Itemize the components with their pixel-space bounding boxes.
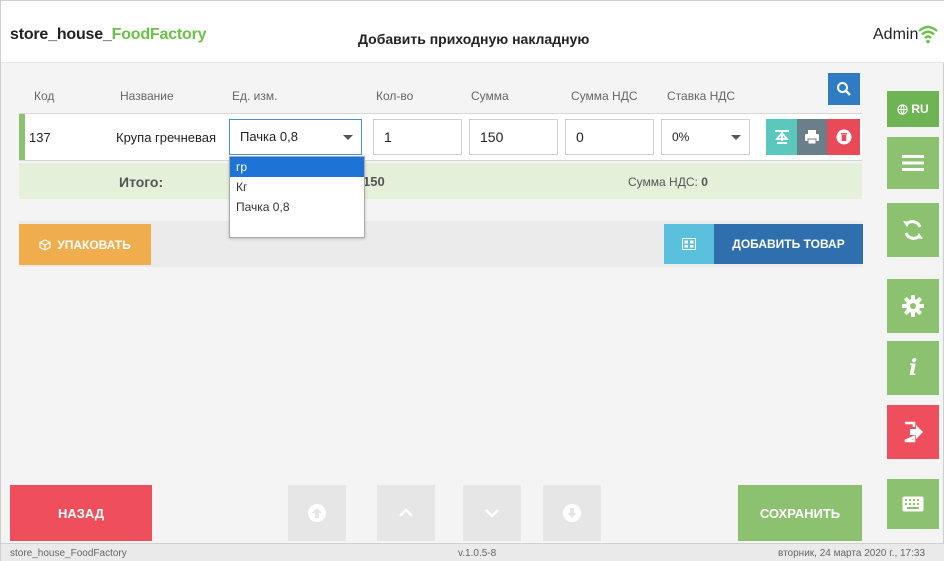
right-sidebar: RU i [870, 63, 944, 542]
wifi-icon [918, 25, 938, 44]
globe-icon [897, 103, 909, 115]
info-icon: i [908, 355, 918, 381]
column-header-name: Название [120, 89, 174, 103]
barcode-button[interactable] [664, 224, 714, 264]
footer-datetime: вторник, 24 марта 2020 г., 17:33 [778, 548, 926, 559]
pack-button-label: УПАКОВАТЬ [57, 237, 131, 252]
footer-version: v.1.0.5-8 [458, 548, 497, 559]
delete-button[interactable] [827, 119, 860, 155]
scroll-up-button[interactable] [377, 485, 435, 541]
column-header-qty: Кол-во [376, 89, 414, 103]
print-button[interactable] [797, 119, 827, 155]
scroll-top-button[interactable] [288, 485, 346, 541]
vat-rate-select[interactable]: 0% [661, 119, 750, 155]
column-header-unit: Ед. изм. [232, 89, 278, 103]
cell-code: 137 [29, 130, 51, 145]
sync-button[interactable] [887, 203, 939, 257]
chevron-down-icon [343, 135, 353, 140]
brand-suffix: FoodFactory [111, 26, 207, 43]
column-header-vat-rate: Ставка НДС [667, 89, 736, 103]
settings-button[interactable] [887, 279, 939, 333]
arrow-circle-up-icon [308, 504, 326, 522]
search-icon [837, 82, 851, 96]
scroll-bottom-button[interactable] [543, 485, 601, 541]
scale-button[interactable] [766, 119, 797, 155]
menu-button[interactable] [887, 137, 939, 189]
dropdown-option[interactable]: Пачка 0,8 [230, 197, 364, 217]
action-toolbar: УПАКОВАТЬ ДОБАВИТЬ ТОВАР [19, 221, 863, 267]
unit-dropdown: гр Кг Пачка 0,8 [229, 156, 365, 238]
chevron-up-icon [399, 508, 413, 517]
user-name[interactable]: Admin [873, 26, 918, 44]
status-bar: store_house_FoodFactory v.1.0.5-8 вторни… [1, 543, 944, 561]
vat-sum-input[interactable]: 0 [565, 119, 654, 155]
scale-icon [774, 130, 789, 144]
unit-select[interactable]: Пачка 0,8 [229, 119, 362, 155]
total-row: Итого: 150 Сумма НДС: 0 [19, 163, 862, 199]
dropdown-option[interactable]: гр [230, 157, 364, 177]
trash-icon [836, 129, 851, 145]
total-label: Итого: [119, 174, 164, 190]
gear-icon [902, 295, 924, 317]
total-vat-value: 0 [701, 175, 708, 189]
box-icon [39, 238, 51, 251]
chevron-down-icon [731, 135, 741, 140]
save-button[interactable]: СОХРАНИТЬ [738, 485, 862, 541]
logout-icon [904, 421, 923, 443]
app-window: store_house_FoodFactory Добавить приходн… [0, 0, 944, 561]
logout-button[interactable] [887, 405, 939, 459]
keyboard-button[interactable] [887, 479, 939, 529]
print-icon [805, 130, 819, 145]
arrow-circle-down-icon [563, 504, 581, 522]
qty-input[interactable]: 1 [373, 119, 462, 155]
search-button[interactable] [828, 73, 860, 105]
row-indicator [19, 114, 25, 160]
column-header-sum: Сумма [471, 89, 509, 103]
total-sum: 150 [363, 174, 385, 189]
info-button[interactable]: i [887, 341, 939, 395]
scroll-down-button[interactable] [463, 485, 521, 541]
brand-name: store_house_ [10, 26, 112, 43]
vat-rate-value: 0% [672, 130, 690, 144]
page-title: Добавить приходную накладную [358, 31, 590, 47]
pack-button[interactable]: УПАКОВАТЬ [19, 224, 151, 265]
column-header-vat-sum: Сумма НДС [571, 89, 638, 103]
dropdown-option[interactable]: Кг [230, 177, 364, 197]
hamburger-icon [902, 155, 924, 171]
chevron-down-icon [485, 509, 499, 518]
keyboard-icon [902, 496, 924, 512]
total-vat-label: Сумма НДС: [628, 175, 698, 189]
back-button[interactable]: НАЗАД [10, 485, 152, 541]
grid-icon [682, 238, 696, 250]
language-label: RU [911, 102, 929, 116]
table-row: 137 Крупа гречневая Пачка 0,8 1 150 0 0% [19, 113, 862, 161]
cell-name: Крупа гречневая [116, 130, 217, 145]
language-button[interactable]: RU [887, 91, 939, 127]
footer-app-name: store_house_FoodFactory [10, 548, 127, 559]
sum-input[interactable]: 150 [469, 119, 558, 155]
sync-icon [903, 220, 923, 240]
header: store_house_FoodFactory Добавить приходн… [1, 1, 944, 63]
column-header-code: Код [34, 89, 55, 103]
unit-select-value: Пачка 0,8 [240, 129, 298, 144]
brand-logo: store_house_FoodFactory [10, 26, 207, 44]
add-product-button[interactable]: ДОБАВИТЬ ТОВАР [714, 224, 863, 264]
total-vat: Сумма НДС: 0 [628, 175, 708, 189]
